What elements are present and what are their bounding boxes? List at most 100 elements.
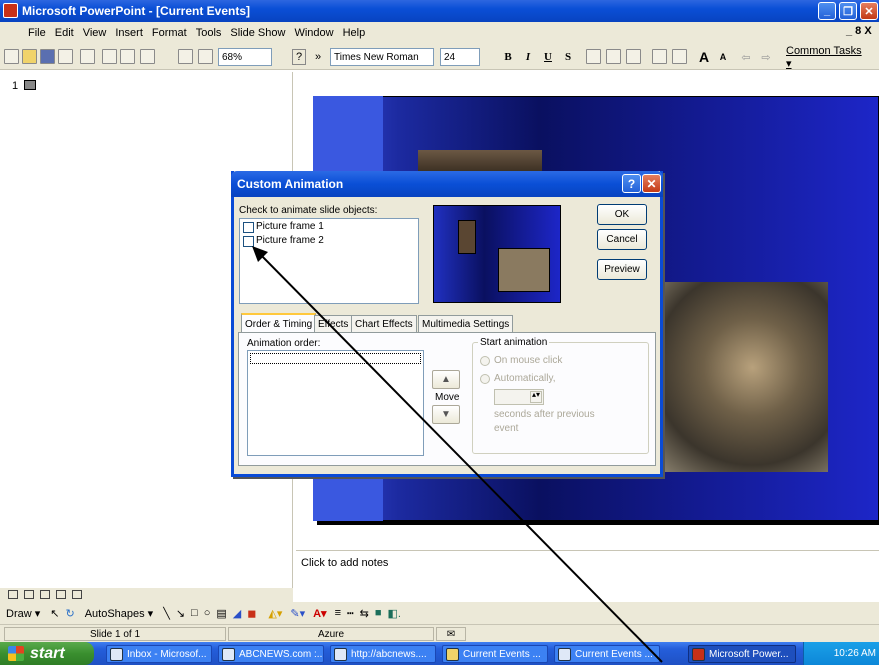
seconds-spinner[interactable]: ▴▾ [494, 389, 544, 405]
align-right-icon[interactable] [626, 49, 641, 64]
align-center-icon[interactable] [606, 49, 621, 64]
taskbar-item-current-events-folder[interactable]: Current Events ... [442, 645, 548, 663]
shadow-icon[interactable]: ■ [375, 607, 382, 619]
slide-thumbnail-icon[interactable] [24, 80, 36, 90]
minimize-button[interactable]: _ [818, 2, 836, 20]
insert-chart-icon[interactable] [178, 49, 193, 64]
save-icon[interactable] [40, 49, 55, 64]
picture-frame-2-checkbox[interactable] [243, 236, 254, 247]
taskbar-item-current-events-word[interactable]: Current Events ... [554, 645, 660, 663]
zoom-combo[interactable]: 68% [218, 48, 272, 66]
picture-frame-1-label[interactable]: Picture frame 1 [256, 221, 324, 232]
menu-insert[interactable]: Insert [115, 27, 143, 39]
arrow-icon[interactable]: ↘ [176, 607, 185, 620]
italic-button[interactable]: I [522, 49, 534, 65]
line-style-icon[interactable]: ≡ [335, 607, 341, 619]
line-color-icon[interactable]: ✎▾ [290, 607, 305, 620]
menu-window[interactable]: Window [294, 27, 333, 39]
3d-icon[interactable]: ◧. [388, 607, 401, 620]
align-left-icon[interactable] [586, 49, 601, 64]
cancel-button[interactable]: Cancel [597, 229, 647, 250]
rectangle-icon[interactable]: □ [191, 607, 198, 619]
toolbar-more-icon[interactable]: » [313, 49, 323, 65]
free-rotate-icon[interactable]: ↻ [65, 607, 74, 620]
dialog-title-bar[interactable]: Custom Animation [231, 171, 663, 197]
line-icon[interactable]: ╲ [163, 607, 170, 620]
help-icon[interactable]: ? [292, 49, 306, 65]
tab-chart-effects[interactable]: Chart Effects [351, 315, 417, 332]
maximize-button[interactable]: ❐ [839, 2, 857, 20]
picture-frame-1-checkbox[interactable] [243, 222, 254, 233]
demote-icon[interactable]: ⇨ [760, 49, 772, 65]
move-down-button[interactable]: ▼ [432, 405, 460, 424]
slide-sorter-icon[interactable] [56, 590, 66, 599]
open-icon[interactable] [22, 49, 37, 64]
undo-icon[interactable] [140, 49, 155, 64]
picture-frame-2-label[interactable]: Picture frame 2 [256, 235, 324, 246]
promote-icon[interactable]: ⇦ [740, 49, 752, 65]
automatically-label[interactable]: Automatically, [494, 373, 556, 384]
font-color-icon[interactable]: A▾ [313, 607, 326, 620]
slide-show-icon[interactable] [72, 590, 82, 599]
print-icon[interactable] [80, 49, 95, 64]
increase-font-button[interactable]: A [697, 49, 711, 65]
ok-button[interactable]: OK [597, 204, 647, 225]
wordart-icon[interactable]: ◢ [233, 607, 241, 620]
shadow-button[interactable]: S [562, 49, 574, 65]
cut-icon[interactable] [102, 49, 117, 64]
dialog-help-button[interactable]: ? [622, 174, 641, 193]
menu-help[interactable]: Help [343, 27, 366, 39]
oval-icon[interactable]: ○ [204, 607, 211, 619]
on-mouse-click-radio[interactable] [480, 356, 490, 366]
autoshapes-menu[interactable]: AutoShapes ▾ [85, 607, 154, 620]
move-up-button[interactable]: ▲ [432, 370, 460, 389]
close-button[interactable]: ✕ [860, 2, 878, 20]
automatically-radio[interactable] [480, 374, 490, 384]
insert-table-icon[interactable] [198, 49, 213, 64]
notes-pane[interactable]: Click to add notes [296, 550, 879, 592]
tab-effects[interactable]: Effects [314, 315, 353, 332]
font-combo[interactable]: Times New Roman [330, 48, 434, 66]
taskbar-item-inbox[interactable]: Inbox - Microsof... [106, 645, 212, 663]
font-size-combo[interactable]: 24 [440, 48, 480, 66]
menu-edit[interactable]: Edit [55, 27, 74, 39]
underline-button[interactable]: U [542, 49, 554, 65]
tab-multimedia-settings[interactable]: Multimedia Settings [418, 315, 514, 332]
taskbar-item-abcnews[interactable]: ABCNEWS.com :... [218, 645, 324, 663]
slide-view-icon[interactable] [40, 590, 50, 599]
decrease-font-button[interactable]: A [717, 49, 729, 65]
bold-button[interactable]: B [502, 49, 514, 65]
select-pointer-icon[interactable]: ↖ [50, 607, 59, 620]
dialog-close-button[interactable]: ✕ [642, 174, 661, 193]
menu-format[interactable]: Format [152, 27, 187, 39]
text-box-icon[interactable]: ▤ [216, 607, 226, 620]
clock[interactable]: 10:26 AM [834, 648, 876, 659]
animation-order-list[interactable] [247, 350, 424, 456]
arrow-style-icon[interactable]: ⇆ [360, 607, 369, 620]
paste-icon[interactable] [120, 49, 135, 64]
new-icon[interactable] [4, 49, 19, 64]
normal-view-icon[interactable] [8, 590, 18, 599]
menu-file[interactable]: File [28, 27, 46, 39]
taskbar-item-powerpoint[interactable]: Microsoft Power... [688, 645, 796, 663]
on-mouse-click-label[interactable]: On mouse click [494, 355, 562, 366]
taskbar-item-http[interactable]: http://abcnews.... [330, 645, 436, 663]
draw-menu[interactable]: Draw ▾ [6, 607, 40, 620]
document-window-controls[interactable]: _ 8 X [846, 25, 872, 37]
tab-order-timing[interactable]: Order & Timing [241, 313, 317, 333]
picture-frame-2[interactable] [660, 282, 828, 472]
clip-art-icon[interactable]: ◼ [247, 607, 256, 620]
spinner-arrows-icon[interactable]: ▴▾ [530, 391, 542, 403]
bullets-icon[interactable] [672, 49, 687, 64]
powerpoint-app-icon[interactable] [3, 3, 18, 18]
numbering-icon[interactable] [652, 49, 667, 64]
common-tasks-button[interactable]: Common Tasks ▾ [786, 45, 866, 70]
menu-slide-show[interactable]: Slide Show [230, 27, 285, 39]
menu-view[interactable]: View [83, 27, 107, 39]
dash-style-icon[interactable]: ┅ [347, 607, 354, 620]
preview-button[interactable]: Preview [597, 259, 647, 280]
email-icon[interactable] [58, 49, 73, 64]
outline-view-icon[interactable] [24, 590, 34, 599]
menu-tools[interactable]: Tools [196, 27, 222, 39]
fill-color-icon[interactable]: ◭▾ [268, 607, 282, 620]
